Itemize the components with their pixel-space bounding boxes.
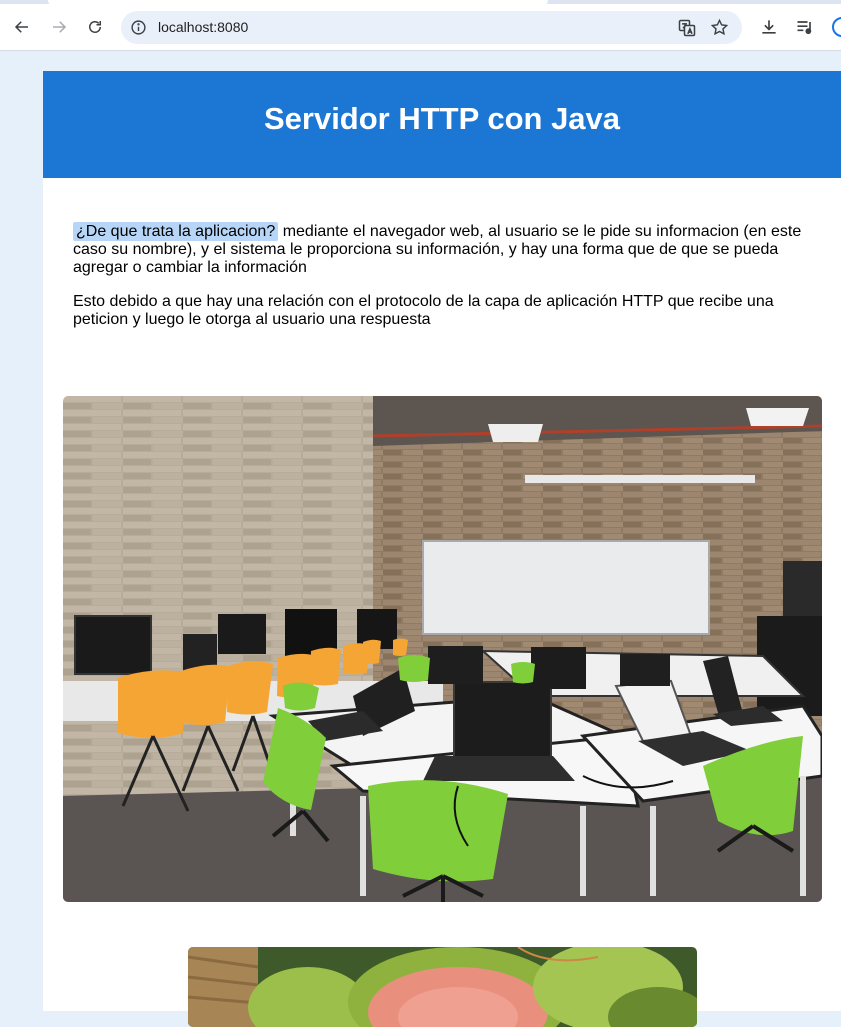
site-info-icon[interactable]	[130, 19, 147, 36]
intro-paragraph: ¿De que trata la aplicacion? mediante el…	[73, 222, 808, 277]
forward-icon	[53, 21, 67, 33]
bookmark-star-icon[interactable]	[710, 18, 729, 37]
back-icon	[14, 21, 28, 33]
address-bar[interactable]: localhost:8080	[121, 11, 742, 44]
classroom-photo	[63, 396, 822, 902]
translate-icon[interactable]	[677, 18, 697, 38]
content-section: ¿De que trata la aplicacion? mediante el…	[73, 222, 808, 345]
back-button[interactable]	[8, 13, 36, 41]
second-paragraph: Esto debido a que hay una relación con e…	[73, 293, 774, 328]
forward-button[interactable]	[45, 13, 73, 41]
reload-button[interactable]	[81, 13, 109, 41]
browser-toolbar: localhost:8080	[0, 4, 841, 51]
reload-icon	[89, 21, 101, 33]
media-queue-icon[interactable]	[795, 17, 815, 37]
page-container: Servidor HTTP con Java ¿De que trata la …	[43, 71, 841, 1027]
url-text[interactable]: localhost:8080	[158, 19, 248, 35]
header-banner: Servidor HTTP con Java	[43, 71, 841, 178]
guava-photo	[188, 947, 697, 1027]
page-title: Servidor HTTP con Java	[263, 101, 621, 136]
profile-icon[interactable]	[832, 17, 841, 37]
intro-highlight: ¿De que trata la aplicacion?	[73, 222, 279, 241]
download-icon[interactable]	[759, 17, 779, 37]
